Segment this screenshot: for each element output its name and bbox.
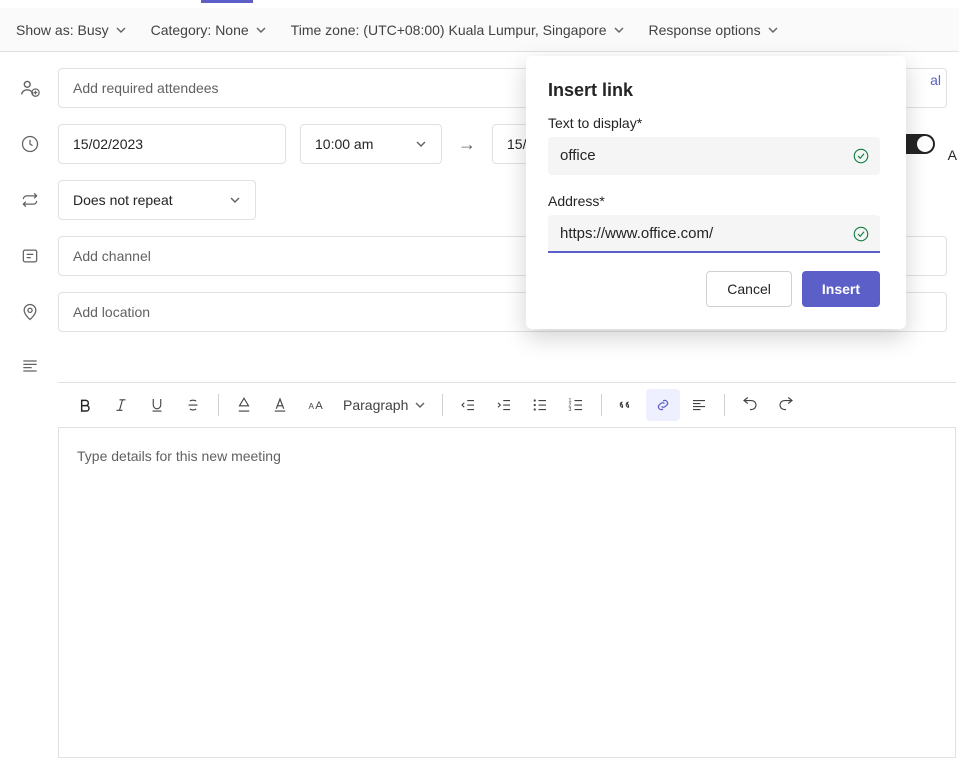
address-input[interactable] xyxy=(548,215,880,253)
underline-button[interactable] xyxy=(140,389,174,421)
redo-button[interactable] xyxy=(769,389,803,421)
optional-attendees-link[interactable]: al xyxy=(930,72,941,88)
description-row-header xyxy=(0,340,959,376)
chevron-down-icon xyxy=(229,194,241,206)
undo-button[interactable] xyxy=(733,389,767,421)
font-color-button[interactable] xyxy=(263,389,297,421)
insert-link-button[interactable] xyxy=(646,389,680,421)
start-time-value: 10:00 am xyxy=(315,136,373,152)
italic-button[interactable] xyxy=(104,389,138,421)
all-day-label: A xyxy=(948,147,957,163)
timezone-dropdown[interactable]: Time zone: (UTC+08:00) Kuala Lumpur, Sin… xyxy=(291,22,625,38)
chevron-down-icon xyxy=(255,24,267,36)
insert-link-dialog: Insert link Text to display* Address* Ca… xyxy=(526,56,906,329)
arrow-right-icon: → xyxy=(456,134,478,155)
category-dropdown[interactable]: Category: None xyxy=(151,22,267,38)
active-tab-indicator xyxy=(201,0,253,3)
svg-text:A: A xyxy=(315,400,323,412)
chevron-down-icon xyxy=(613,24,625,36)
cancel-button[interactable]: Cancel xyxy=(706,271,792,307)
response-options-dropdown[interactable]: Response options xyxy=(649,22,779,38)
start-time-dropdown[interactable]: 10:00 am xyxy=(300,124,442,164)
check-circle-icon xyxy=(852,147,870,165)
recurrence-value: Does not repeat xyxy=(73,192,173,208)
channel-icon xyxy=(20,246,40,266)
dialog-title: Insert link xyxy=(548,80,880,101)
paragraph-label: Paragraph xyxy=(343,397,408,413)
svg-text:A: A xyxy=(309,402,315,411)
text-to-display-input[interactable] xyxy=(548,137,880,175)
meeting-details-editor[interactable]: Type details for this new meeting xyxy=(58,428,956,758)
indent-button[interactable] xyxy=(487,389,521,421)
chevron-down-icon xyxy=(415,138,427,150)
editor-placeholder: Type details for this new meeting xyxy=(77,448,281,464)
location-placeholder: Add location xyxy=(73,304,150,320)
chevron-down-icon xyxy=(414,399,426,411)
chevron-down-icon xyxy=(115,24,127,36)
show-as-dropdown[interactable]: Show as: Busy xyxy=(16,22,127,38)
align-button[interactable] xyxy=(682,389,716,421)
check-circle-icon xyxy=(852,225,870,243)
toolbar-separator xyxy=(724,394,725,416)
highlight-button[interactable] xyxy=(227,389,261,421)
address-label: Address* xyxy=(548,193,880,209)
show-as-label: Show as: Busy xyxy=(16,22,109,38)
repeat-icon xyxy=(20,190,40,210)
location-icon xyxy=(20,302,40,322)
channel-placeholder: Add channel xyxy=(73,248,151,264)
toolbar-separator xyxy=(442,394,443,416)
meeting-options-bar: Show as: Busy Category: None Time zone: … xyxy=(0,8,959,52)
bullet-list-button[interactable] xyxy=(523,389,557,421)
timezone-label: Time zone: (UTC+08:00) Kuala Lumpur, Sin… xyxy=(291,22,607,38)
people-add-icon xyxy=(19,77,41,99)
bold-button[interactable] xyxy=(68,389,102,421)
clock-icon xyxy=(20,134,40,154)
strikethrough-button[interactable] xyxy=(176,389,210,421)
category-label: Category: None xyxy=(151,22,249,38)
outdent-button[interactable] xyxy=(451,389,485,421)
quote-button[interactable] xyxy=(610,389,644,421)
text-to-display-label: Text to display* xyxy=(548,115,880,131)
font-size-button[interactable]: AA xyxy=(299,389,333,421)
numbered-list-button[interactable]: 123 xyxy=(559,389,593,421)
response-options-label: Response options xyxy=(649,22,761,38)
toolbar-separator xyxy=(601,394,602,416)
recurrence-dropdown[interactable]: Does not repeat xyxy=(58,180,256,220)
svg-text:3: 3 xyxy=(569,407,572,413)
start-date-value: 15/02/2023 xyxy=(73,136,143,152)
chevron-down-icon xyxy=(767,24,779,36)
attendees-placeholder: Add required attendees xyxy=(73,80,219,96)
editor-toolbar: AA Paragraph 123 xyxy=(58,382,956,428)
insert-button[interactable]: Insert xyxy=(802,271,880,307)
description-icon xyxy=(20,356,40,376)
paragraph-style-dropdown[interactable]: Paragraph xyxy=(335,389,434,421)
start-date-input[interactable]: 15/02/2023 xyxy=(58,124,286,164)
toolbar-separator xyxy=(218,394,219,416)
